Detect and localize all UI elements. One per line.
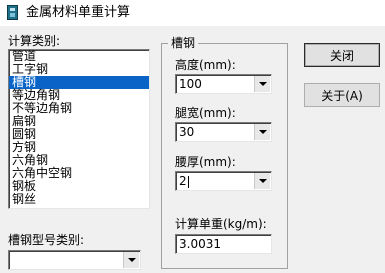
chevron-down-icon — [259, 130, 267, 134]
chevron-down-icon — [128, 258, 136, 262]
leg-width-select[interactable]: 30 — [175, 122, 272, 142]
web-thickness-label: 腰厚(mm): — [175, 155, 236, 169]
height-select[interactable]: 100 — [175, 74, 272, 94]
unit-weight-field[interactable]: 3.0031 — [175, 234, 272, 254]
calc-category-label: 计算类别: — [8, 34, 61, 48]
text-cursor — [187, 175, 189, 188]
leg-width-label: 腿宽(mm): — [175, 106, 236, 120]
unit-weight-value: 3.0031 — [179, 237, 221, 251]
window-title: 金属材料单重计算 — [26, 5, 131, 20]
app-icon — [7, 5, 18, 20]
list-item[interactable]: 钢丝 — [9, 193, 149, 206]
group-title: 槽钢 — [168, 36, 199, 50]
close-button[interactable]: 关闭 — [304, 43, 380, 67]
about-button[interactable]: 关于(A) — [304, 83, 380, 107]
web-thickness-select[interactable]: 2 — [175, 171, 272, 191]
channel-type-label: 槽钢型号类别: — [8, 233, 85, 247]
height-label: 高度(mm): — [175, 58, 236, 72]
height-value: 100 — [179, 77, 202, 91]
channel-type-dropdown-button[interactable] — [123, 252, 139, 268]
height-dropdown-button[interactable] — [254, 76, 270, 92]
unit-weight-label: 计算单重(kg/m): — [175, 217, 267, 231]
leg-width-dropdown-button[interactable] — [254, 124, 270, 140]
chevron-down-icon — [259, 179, 267, 183]
web-thickness-value: 2 — [179, 174, 187, 188]
web-thickness-dropdown-button[interactable] — [254, 173, 270, 189]
channel-type-select[interactable] — [8, 250, 141, 270]
calc-category-listbox[interactable]: 管道 工字钢 槽钢 等边角钢 不等边角钢 扁钢 圆钢 方钢 六角钢 六角中空钢 钢板 钢丝 — [8, 49, 150, 209]
leg-width-value: 30 — [179, 125, 195, 139]
chevron-down-icon — [259, 82, 267, 86]
